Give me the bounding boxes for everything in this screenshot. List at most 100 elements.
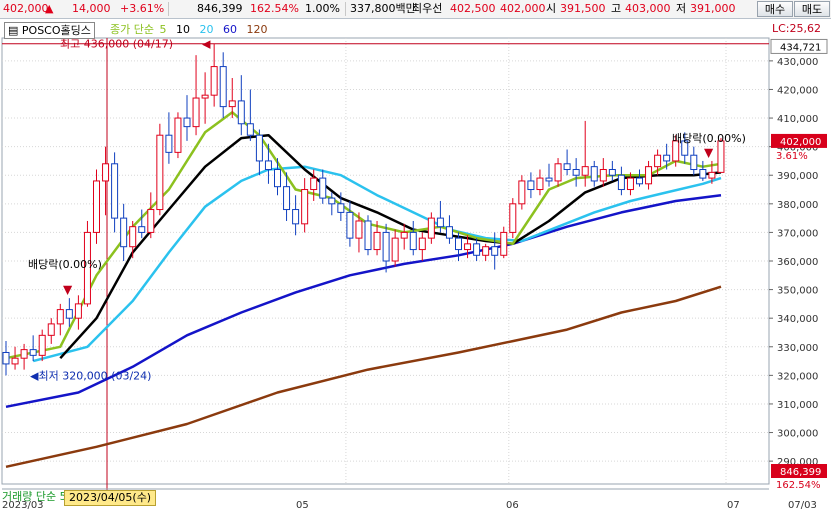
candle-down: [608, 169, 616, 176]
candle-down: [337, 203, 345, 213]
y-tick-label: 330,000: [777, 343, 818, 354]
low-annotation: ◀최저 320,000 (03/24): [30, 369, 151, 382]
x-axis-label: 05: [296, 500, 309, 511]
buy-button[interactable]: 매수: [757, 1, 793, 17]
candle-up: [581, 166, 589, 176]
change-amount: 14,000: [72, 2, 111, 15]
y-tick-label: 370,000: [777, 228, 818, 239]
candle-down: [183, 117, 191, 128]
candle-down: [491, 246, 499, 256]
candle-up: [391, 237, 399, 262]
dividend-marker-icon: ▼: [63, 283, 73, 297]
low-label: 저: [676, 2, 687, 15]
candle-down: [255, 134, 263, 162]
candle-down: [617, 174, 625, 191]
candle-up: [355, 220, 363, 239]
candle-down: [572, 169, 580, 176]
candle-down: [364, 220, 372, 251]
y-tick-label: 420,000: [777, 85, 818, 96]
high-marker-icon: ◀: [202, 38, 211, 51]
candle-up: [93, 180, 100, 233]
high-price: 403,000: [625, 2, 671, 15]
list-icon: ▤: [8, 24, 19, 37]
stock-name-box[interactable]: ▤ POSCO홀딩스: [4, 22, 95, 39]
best-bid: 402,000: [500, 2, 546, 15]
candle-up: [400, 231, 408, 239]
chart-canvas[interactable]: 290,000300,000310,000320,000330,000340,0…: [0, 19, 831, 511]
candle-down: [274, 169, 281, 188]
candle-up: [174, 117, 182, 153]
y-tick-label: 350,000: [777, 286, 818, 297]
candle-down: [2, 351, 10, 365]
candle-down: [283, 186, 291, 211]
candle-up: [427, 217, 435, 239]
candle-down: [527, 180, 535, 191]
sell-button[interactable]: 매도: [794, 1, 830, 17]
ma-legend-5: 5: [159, 23, 167, 36]
price-chart[interactable]: 290,000 300,000 310,000 320,000 330,000 340,0…: [0, 19, 831, 511]
high-label: 고: [611, 2, 622, 15]
y-tick-label: 300,000: [777, 429, 818, 440]
candle-up: [228, 100, 236, 108]
candle-up: [47, 323, 55, 336]
candle-up: [373, 231, 381, 251]
candle-up: [654, 154, 662, 168]
x-axis-label: 06: [506, 500, 519, 511]
candle-up: [464, 243, 472, 251]
candle-up: [518, 180, 526, 205]
x-axis-label: 07: [727, 500, 740, 511]
candle-up: [74, 303, 82, 319]
trade-amount: 337,800백만: [350, 2, 416, 15]
change-arrow: ▲: [45, 2, 54, 15]
candle-up: [536, 177, 544, 191]
candle-up: [56, 309, 64, 325]
dividend-annotation: 배당락(0.00%): [28, 258, 102, 271]
candle-down: [563, 163, 571, 171]
y-tick-label: 360,000: [777, 257, 818, 268]
candle-down: [663, 154, 671, 162]
quote-bar: 402,000 ▲ 14,000 +3.61% 846,399 162.54% …: [0, 0, 831, 19]
best-ask-label: 최우선: [412, 2, 443, 15]
candle-up: [129, 226, 137, 248]
ma-legend-60: 60: [222, 23, 237, 36]
volume-pct-tag: 162.54%: [776, 480, 821, 491]
candle-down: [246, 123, 254, 136]
candle-down: [346, 211, 354, 239]
candle-up: [418, 237, 426, 251]
high-tag: 434,721: [780, 42, 821, 53]
candle-up: [626, 177, 634, 191]
y-tick-label: 340,000: [777, 314, 818, 325]
best-ask: 402,500: [450, 2, 496, 15]
candle-down: [219, 66, 227, 108]
dividend-marker-icon: ▼: [704, 145, 714, 159]
candle-up: [210, 66, 218, 96]
candle-up: [11, 357, 19, 365]
candle-up: [301, 189, 309, 225]
candle-up: [500, 231, 508, 256]
candle-down: [382, 231, 390, 262]
candle-up: [20, 349, 28, 359]
price-tag: 402,000: [780, 137, 821, 148]
y-tick-label: 380,000: [777, 200, 818, 211]
cursor-date: 2023/04/05(수): [64, 490, 157, 506]
candle-up: [147, 209, 155, 233]
candle-down: [409, 231, 417, 251]
candle-up: [645, 166, 653, 185]
candle-up: [599, 169, 607, 182]
volume-ratio: 162.54%: [250, 2, 299, 15]
candle-down: [445, 226, 453, 239]
candle-up: [38, 334, 46, 356]
candle-down: [690, 154, 698, 171]
candle-down: [473, 243, 481, 256]
current-price: 402,000: [3, 2, 49, 15]
candle-down: [29, 349, 37, 356]
turnover: 1.00%: [305, 2, 340, 15]
change-percent: +3.61%: [120, 2, 165, 15]
candle-up: [554, 163, 562, 182]
pct-tag: 3.61%: [776, 151, 808, 162]
ma-legend-title: 종가 단순: [110, 23, 154, 36]
candle-down: [590, 166, 598, 182]
candle-down: [292, 209, 300, 225]
candle-down: [636, 177, 643, 185]
candle-down: [545, 177, 553, 182]
